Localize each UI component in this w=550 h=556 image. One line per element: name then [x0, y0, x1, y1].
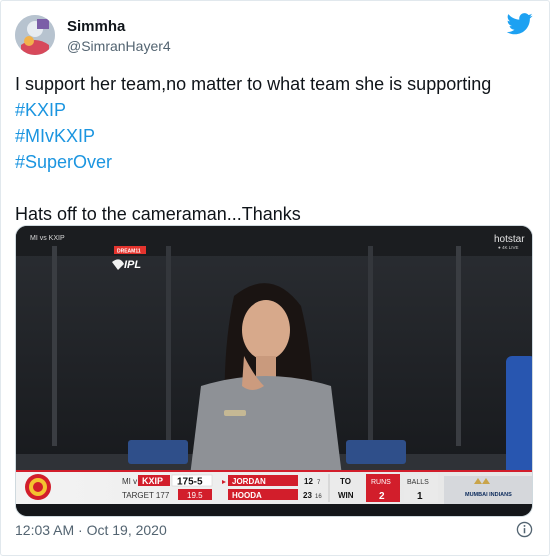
sponsor-label: MUMBAI INDIANS	[465, 492, 512, 498]
tweet-card: Simmha @SimranHayer4 I support her team,…	[0, 0, 550, 556]
batter2-runs: 23	[303, 491, 312, 500]
tweet-text: I support her team,no matter to what tea…	[15, 71, 535, 227]
score-target: TARGET 177	[122, 491, 170, 500]
score-batting-team: KXIP	[142, 476, 163, 486]
avatar-image	[15, 15, 55, 55]
hashtag-link[interactable]: #SuperOver	[15, 149, 535, 175]
to-win-label-1: TO	[340, 477, 351, 486]
batter1-name: JORDAN	[232, 477, 266, 486]
hashtag-link[interactable]: #KXIP	[15, 97, 535, 123]
score-overs: 19.5	[187, 491, 203, 500]
avatar[interactable]	[15, 15, 55, 55]
hashtag-link[interactable]: #MIvKXIP	[15, 123, 535, 149]
tweet-timestamp[interactable]: 12:03 AM · Oct 19, 2020	[15, 522, 167, 538]
batter2-name: HOODA	[232, 491, 262, 500]
broadcaster-sub: ● 4K LIVE	[498, 245, 518, 250]
ipl-sponsor-label: DREAM11	[117, 249, 141, 255]
user-handle[interactable]: @SimranHayer4	[67, 38, 171, 54]
top-left-caption: MI vs KXIP	[30, 235, 65, 242]
tweet-media-image[interactable]: MI vs KXIP DREAM11 IPL hotstar ● 4K LIVE…	[15, 225, 533, 517]
runs-label: RUNS	[371, 479, 391, 486]
tweet-line: Hats off to the cameraman...Thanks	[15, 204, 301, 224]
ipl-logo-text: IPL	[124, 259, 141, 271]
score-teams: MI v	[122, 477, 137, 486]
batter2-balls: 16	[315, 494, 322, 500]
scorebar: MI v KXIP 175-5 TARGET 177 19.5 JORDAN H…	[16, 470, 532, 504]
tweet-line: I support her team,no matter to what tea…	[15, 74, 492, 94]
broadcast-frame: MI vs KXIP DREAM11 IPL hotstar ● 4K LIVE…	[16, 226, 532, 516]
broadcaster-logo: hotstar	[494, 234, 525, 245]
twitter-bird-icon[interactable]	[506, 13, 533, 35]
info-icon[interactable]	[516, 521, 533, 538]
display-name[interactable]: Simmha	[67, 18, 125, 35]
runs-value: 2	[379, 491, 385, 502]
balls-label: BALLS	[407, 479, 429, 486]
score-total: 175-5	[177, 477, 203, 488]
to-win-label-2: WIN	[338, 491, 354, 500]
balls-value: 1	[417, 491, 423, 502]
batter1-runs: 12	[304, 477, 313, 486]
